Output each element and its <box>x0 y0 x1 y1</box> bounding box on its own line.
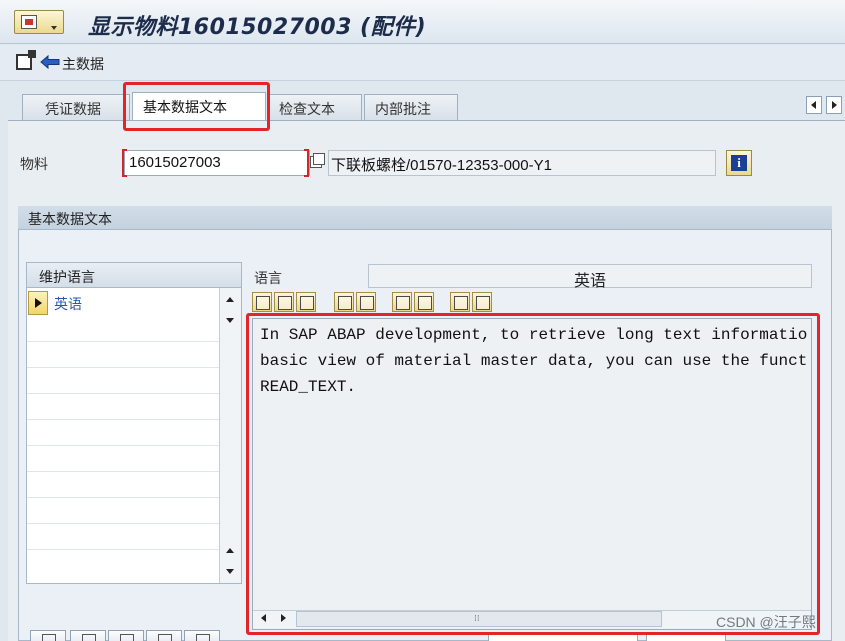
language-field: 英语 <box>368 264 812 290</box>
list-row[interactable] <box>27 446 219 472</box>
material-number-field[interactable]: 16015027003 <box>124 150 310 176</box>
row-selector-icon <box>35 298 42 308</box>
copy-icon[interactable] <box>310 153 325 168</box>
required-bracket-left <box>122 149 127 177</box>
material-label: 物料 <box>20 157 48 173</box>
editor-line: basic view of material master data, you … <box>260 352 808 370</box>
scrollbar-grip-icon: ⁞⁞ <box>474 614 480 624</box>
status-box <box>488 632 638 641</box>
tab-scroll-left-button[interactable] <box>806 96 822 114</box>
tab-strip: 凭证数据 基本数据文本 检查文本 内部批注 <box>8 92 843 120</box>
info-icon: i <box>731 155 747 171</box>
list-row[interactable] <box>27 472 219 498</box>
tab-basic-data-text[interactable]: 基本数据文本 <box>132 92 266 120</box>
scroll-left-icon[interactable] <box>261 614 266 622</box>
material-description-field: 下联板螺栓/01570-12353-000-Y1 <box>328 150 716 176</box>
title-bar: 显示物料16015027003 (配件) <box>0 0 845 44</box>
tab-scroll-right-button[interactable] <box>826 96 842 114</box>
export-icon[interactable] <box>472 292 492 312</box>
editor-line: In SAP ABAP development, to retrieve lon… <box>260 326 808 344</box>
tab-inspection-text[interactable]: 检查文本 <box>268 94 362 120</box>
list-row[interactable] <box>27 368 219 394</box>
language-list-scrollbar[interactable] <box>219 288 241 583</box>
editor-line: READ_TEXT. <box>260 378 357 396</box>
tab-document-data[interactable]: 凭证数据 <box>22 94 130 120</box>
group-title: 基本数据文本 <box>18 206 832 230</box>
required-bracket-right <box>304 149 309 177</box>
scroll-up-icon[interactable] <box>219 290 241 310</box>
tab-internal-comment[interactable]: 内部批注 <box>364 94 458 120</box>
window-title: 显示物料16015027003 (配件) <box>88 15 427 40</box>
watermark: CSDN @汪子熙 <box>716 614 816 630</box>
dropdown-arrow-icon <box>51 26 57 30</box>
info-button[interactable]: i <box>726 150 752 176</box>
paste-icon[interactable] <box>296 292 316 312</box>
find-next-icon[interactable] <box>414 292 434 312</box>
list-row[interactable] <box>27 420 219 446</box>
copy-text-icon[interactable] <box>274 292 294 312</box>
detail-text-button[interactable] <box>184 630 220 641</box>
list-row[interactable] <box>27 394 219 420</box>
list-row[interactable] <box>27 524 219 550</box>
language-list-header: 维护语言 <box>26 262 242 288</box>
system-menu-button[interactable] <box>14 10 64 34</box>
redo-icon[interactable] <box>356 292 376 312</box>
list-row[interactable] <box>27 342 219 368</box>
new-text-button[interactable] <box>30 630 66 641</box>
scroll-up-icon[interactable] <box>219 541 241 561</box>
edit-text-button[interactable] <box>108 630 144 641</box>
system-menu-icon <box>21 15 37 29</box>
scroll-right-icon[interactable] <box>281 614 286 622</box>
other-object-icon[interactable] <box>16 50 36 70</box>
delete-text-button[interactable] <box>70 630 106 641</box>
change-text-button[interactable] <box>146 630 182 641</box>
back-arrow-icon[interactable] <box>40 54 60 70</box>
row-selector-button[interactable] <box>28 291 48 315</box>
main-data-button[interactable]: 主数据 <box>62 54 104 74</box>
cut-icon[interactable] <box>252 292 272 312</box>
application-toolbar: 主数据 <box>0 45 845 81</box>
undo-icon[interactable] <box>334 292 354 312</box>
triangle-left-icon <box>811 101 816 109</box>
import-icon[interactable] <box>450 292 470 312</box>
scroll-down-icon[interactable] <box>219 561 241 581</box>
status-box <box>646 632 726 641</box>
triangle-right-icon <box>832 101 837 109</box>
scroll-down-icon[interactable] <box>219 310 241 330</box>
language-label: 语言 <box>254 271 282 287</box>
list-row[interactable] <box>27 498 219 524</box>
list-row[interactable] <box>27 316 219 342</box>
language-item-english[interactable]: 英语 <box>54 294 82 314</box>
find-icon[interactable] <box>392 292 412 312</box>
